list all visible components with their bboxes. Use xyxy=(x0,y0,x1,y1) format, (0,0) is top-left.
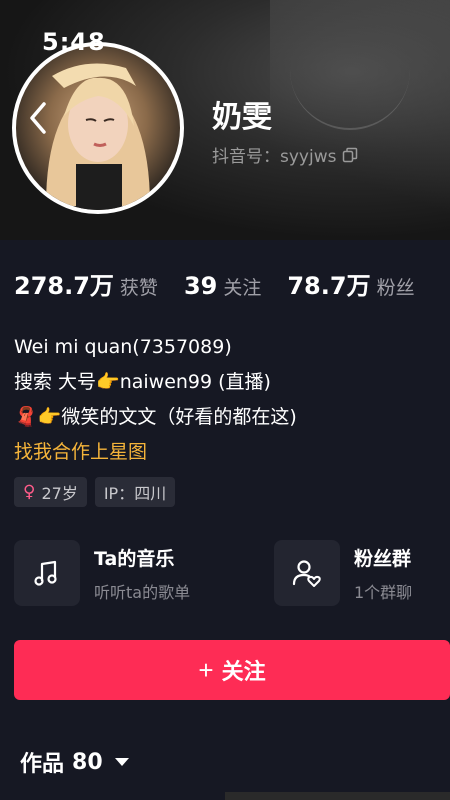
follow-button-label: 关注 xyxy=(221,659,266,684)
works-label: 作品 xyxy=(20,752,65,777)
plus-icon: + xyxy=(198,654,214,685)
ip-text: IP：四川 xyxy=(103,484,167,503)
ip-tag: IP：四川 xyxy=(94,477,176,507)
status-time: 5:48 xyxy=(42,28,106,56)
douyin-id[interactable]: 抖音号：syyjws xyxy=(212,142,358,167)
age-tag: ♀ 27岁 xyxy=(14,477,87,507)
music-card-subtitle: 听听ta的歌单 xyxy=(94,582,191,602)
fan-group-subtitle: 1个群聊 xyxy=(354,582,413,602)
fan-group-icon-box xyxy=(274,540,340,606)
feature-cards: Ta的音乐 听听ta的歌单 粉丝群 1个群聊 xyxy=(14,540,444,608)
fan-group-icon xyxy=(292,560,321,587)
stat-following-value: 39 xyxy=(183,272,218,300)
stat-following[interactable]: 39 关注 xyxy=(184,272,261,300)
female-icon: ♀ xyxy=(23,482,36,502)
profile-name: 奶雯 xyxy=(212,100,272,135)
stat-fans-label: 粉丝 xyxy=(376,277,415,299)
music-card[interactable]: Ta的音乐 听听ta的歌单 xyxy=(14,540,190,606)
stat-likes-value: 278.7万 xyxy=(14,272,114,300)
profile-bio: Wei mi quan(7357089) 搜索 大号👉naiwen99 (直播)… xyxy=(14,330,297,470)
fan-group-title: 粉丝群 xyxy=(354,547,412,570)
star-map-link[interactable]: 找我合作上星图 xyxy=(14,435,297,470)
music-icon-box xyxy=(14,540,80,606)
content-preview-strip xyxy=(225,792,450,800)
back-icon[interactable] xyxy=(26,100,52,136)
stat-fans[interactable]: 78.7万 粉丝 xyxy=(287,266,414,301)
works-count: 80 xyxy=(72,749,103,775)
bio-line-2: 搜索 大号👉naiwen99 (直播) xyxy=(14,371,271,393)
stat-fans-value: 78.7万 xyxy=(287,272,371,300)
bio-line-3: 🧣👉微笑的文文（好看的都在这) xyxy=(14,406,297,428)
stat-likes[interactable]: 278.7万 获赞 xyxy=(14,266,158,301)
fan-group-card[interactable]: 粉丝群 1个群聊 xyxy=(274,540,412,606)
works-tab[interactable]: 作品 80 xyxy=(20,746,129,778)
music-note-icon xyxy=(34,560,57,586)
stat-likes-label: 获赞 xyxy=(119,277,158,299)
follow-button[interactable]: + 关注 xyxy=(14,640,450,700)
age-text: 27岁 xyxy=(41,484,78,503)
stat-following-label: 关注 xyxy=(223,277,262,299)
copy-icon[interactable] xyxy=(342,147,358,163)
music-card-title: Ta的音乐 xyxy=(94,547,175,570)
bio-line-1: Wei mi quan(7357089) xyxy=(14,336,232,358)
douyin-id-text: 抖音号：syyjws xyxy=(212,147,337,167)
profile-tags: ♀ 27岁 IP：四川 xyxy=(14,477,176,507)
chevron-down-icon xyxy=(114,758,129,766)
profile-stats: 278.7万 获赞 39 关注 78.7万 粉丝 xyxy=(14,266,441,301)
